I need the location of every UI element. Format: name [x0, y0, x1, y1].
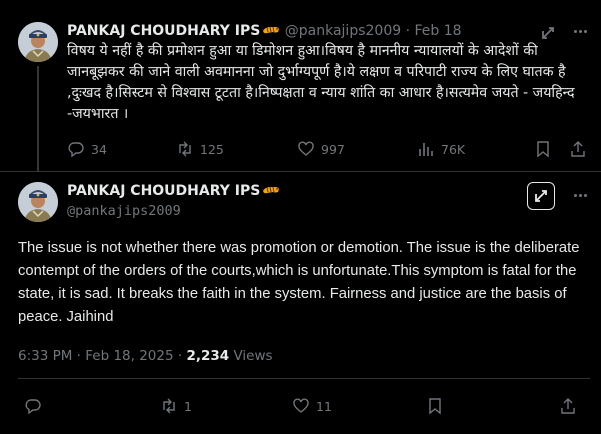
repost-count: 1	[184, 398, 192, 414]
more-dots-icon[interactable]	[569, 22, 591, 40]
post-2-actions: 1 11	[24, 397, 584, 417]
reply-button[interactable]: 34	[67, 140, 107, 158]
post-1-text: विषय ये नहीं है की प्रमोशन हुआ या डिमोशन…	[67, 43, 575, 122]
tiger-emoji-icon	[263, 186, 280, 194]
views-count: 76K	[441, 141, 466, 157]
share-button[interactable]	[569, 140, 587, 158]
share-button[interactable]	[559, 397, 577, 415]
heart-icon	[293, 398, 309, 413]
view-count: 2,234	[186, 348, 230, 364]
bookmark-button[interactable]	[426, 397, 444, 415]
post-1-actions: 34 125 997 76K	[67, 140, 589, 158]
repost-arrows-icon	[179, 141, 191, 157]
separator-dot: ·	[405, 23, 411, 39]
heart-icon	[298, 141, 314, 156]
author-name[interactable]: PANKAJ CHOUDHARY IPS	[67, 23, 260, 39]
post-2-focused: PANKAJ CHOUDHARY IPS @pankajips2009 The …	[0, 172, 601, 434]
tiger-emoji-icon	[263, 26, 280, 34]
bookmark-icon	[537, 141, 549, 158]
repost-count: 125	[200, 141, 224, 157]
more-dots-icon[interactable]	[569, 186, 591, 204]
reply-bubble-icon	[68, 142, 84, 158]
bookmark-icon	[429, 398, 441, 415]
post-date[interactable]: Feb 18	[415, 23, 462, 39]
share-upload-icon	[561, 398, 575, 414]
author-avatar[interactable]	[18, 22, 58, 62]
repost-arrows-icon	[163, 398, 175, 414]
author-handle[interactable]: @pankajips2009	[67, 202, 181, 220]
post-meta: 6:33 PM · Feb 18, 2025 · 2,234 Views	[18, 347, 273, 365]
share-upload-icon	[571, 141, 585, 157]
reply-button[interactable]	[24, 397, 42, 415]
views-button[interactable]: 76K	[417, 140, 465, 158]
author-name[interactable]: PANKAJ CHOUDHARY IPS	[67, 183, 260, 199]
post-timestamp[interactable]: 6:33 PM · Feb 18, 2025 ·	[18, 348, 182, 364]
author-handle[interactable]: @pankajips2009	[285, 23, 401, 39]
bar-chart-icon	[419, 143, 433, 156]
author-avatar[interactable]	[18, 182, 58, 222]
post-1[interactable]: PANKAJ CHOUDHARY IPS @pankajips2009 · Fe…	[0, 0, 601, 172]
divider	[18, 378, 590, 379]
views-label: Views	[233, 348, 273, 364]
reply-bubble-icon	[25, 399, 41, 415]
grok-icon[interactable]	[540, 25, 556, 41]
author-name-row: PANKAJ CHOUDHARY IPS	[67, 182, 280, 200]
thread-line	[37, 66, 39, 172]
like-count: 997	[321, 141, 345, 157]
like-count: 11	[316, 398, 332, 414]
grok-icon	[535, 190, 547, 202]
repost-button[interactable]: 125	[176, 140, 224, 158]
like-button[interactable]: 997	[297, 140, 345, 158]
post-1-header: PANKAJ CHOUDHARY IPS @pankajips2009 · Fe…	[67, 22, 462, 40]
post-2-text: The issue is not whether there was promo…	[18, 240, 580, 325]
like-button[interactable]: 11	[292, 397, 332, 415]
reply-count: 34	[91, 141, 107, 157]
grok-button[interactable]	[527, 182, 555, 210]
bookmark-button[interactable]	[534, 140, 552, 158]
repost-button[interactable]: 1	[160, 397, 192, 415]
